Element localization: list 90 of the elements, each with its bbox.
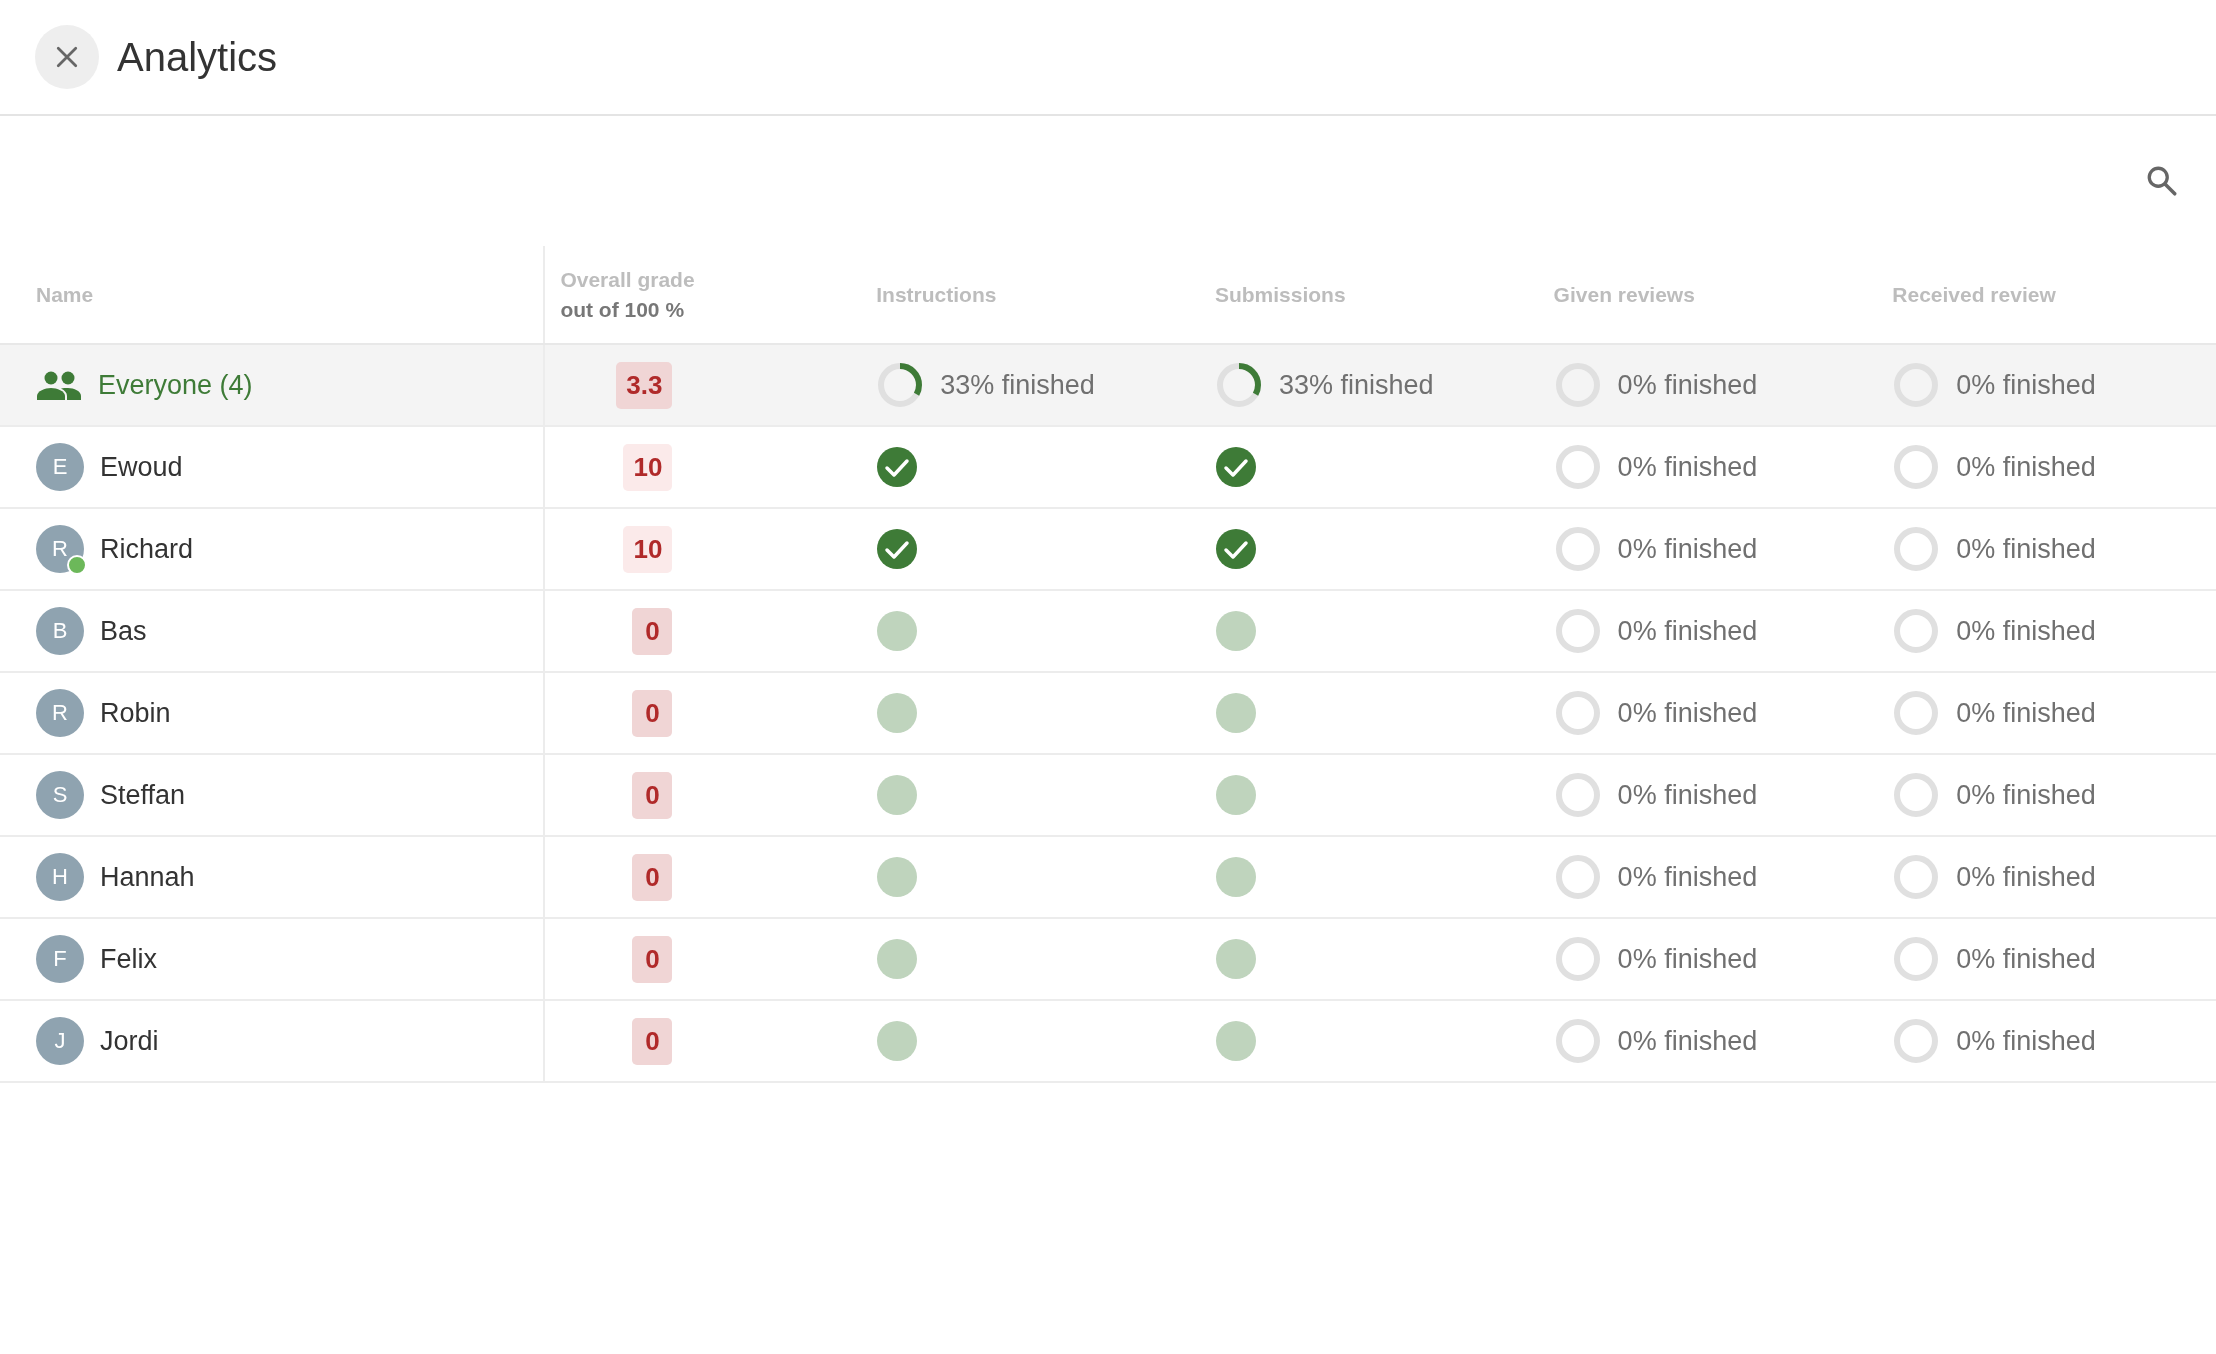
column-header: Overall grade [560, 267, 695, 292]
check-circle-icon [1214, 528, 1257, 570]
progress-ring [1892, 607, 1941, 655]
column-header: Received review [1892, 282, 2056, 307]
page-title: Analytics [117, 34, 278, 80]
progress-ring [1553, 935, 1602, 983]
progress-ring [1553, 443, 1602, 491]
group-name: Everyone (4) [98, 369, 253, 401]
progress-ring [1892, 689, 1941, 737]
pending-dot [1215, 775, 1256, 815]
pending-dot [1215, 857, 1256, 897]
pending-dot [877, 939, 918, 979]
person-name: Jordi [100, 1025, 159, 1057]
pending-dot [1215, 939, 1256, 979]
grade-badge: 0 [632, 689, 673, 737]
check-circle-icon [1214, 446, 1257, 488]
person-name: Robin [100, 697, 171, 729]
progress-ring [1553, 607, 1602, 655]
avatar: J [36, 1017, 84, 1065]
avatar: R [36, 689, 84, 737]
grade-badge: 0 [632, 935, 673, 983]
progress-text: 0% finished [1617, 451, 1758, 483]
progress-text: 0% finished [1617, 369, 1758, 401]
person-name: Hannah [100, 861, 195, 893]
grade-badge: 0 [632, 771, 673, 819]
pending-dot [877, 857, 918, 897]
progress-text: 0% finished [1956, 615, 2096, 647]
pending-dot [1215, 1021, 1256, 1061]
grade-badge: 0 [632, 1017, 673, 1065]
avatar: H [36, 853, 84, 901]
avatar: B [36, 607, 84, 655]
progress-ring [1553, 689, 1602, 737]
progress-ring [1553, 853, 1602, 901]
progress-text: 0% finished [1617, 615, 1758, 647]
progress-text: 0% finished [1956, 533, 2096, 565]
progress-text: 0% finished [1956, 451, 2096, 483]
grade-badge: 0 [632, 607, 673, 655]
pending-dot [1215, 693, 1256, 733]
person-name: Richard [100, 533, 194, 565]
pending-dot [1215, 611, 1256, 651]
grade-badge: 10 [623, 525, 673, 573]
progress-text: 0% finished [1956, 1025, 2096, 1057]
progress-text: 0% finished [1617, 697, 1758, 729]
progress-text: 0% finished [1956, 369, 2096, 401]
progress-ring [1892, 771, 1941, 819]
column-subheader: out of 100 % [560, 297, 686, 322]
avatar: R [36, 525, 84, 573]
progress-text: 0% finished [1617, 943, 1758, 975]
progress-ring [1892, 853, 1941, 901]
progress-ring [1892, 443, 1941, 491]
column-header: Name [36, 282, 94, 307]
avatar: S [36, 771, 84, 819]
progress-ring [1553, 525, 1602, 573]
online-indicator [67, 555, 87, 575]
grade-badge: 0 [632, 853, 673, 901]
progress-text: 0% finished [1617, 1025, 1758, 1057]
check-circle-icon [876, 528, 919, 570]
progress-text: 0% finished [1617, 861, 1758, 893]
pending-dot [877, 611, 918, 651]
grade-badge: 10 [623, 443, 673, 491]
progress-text: 0% finished [1956, 779, 2096, 811]
pending-dot [877, 775, 918, 815]
people-icon [36, 370, 82, 400]
pending-dot [877, 1021, 918, 1061]
progress-text: 0% finished [1956, 697, 2096, 729]
person-name: Steffan [100, 779, 186, 811]
progress-ring [1892, 525, 1941, 573]
progress-text: 33% finished [940, 369, 1095, 401]
progress-ring [1553, 771, 1602, 819]
grade-badge: 3.3 [616, 361, 673, 409]
progress-ring [1892, 935, 1941, 983]
avatar: F [36, 935, 84, 983]
progress-text: 0% finished [1956, 943, 2096, 975]
pending-dot [877, 693, 918, 733]
progress-text: 33% finished [1278, 369, 1434, 401]
progress-ring [1214, 361, 1263, 409]
person-name: Felix [100, 943, 157, 975]
progress-text: 0% finished [1617, 779, 1758, 811]
avatar: E [36, 443, 84, 491]
person-name: Bas [100, 615, 147, 647]
progress-ring [876, 361, 925, 409]
check-circle-icon [876, 446, 919, 488]
progress-ring [1553, 1017, 1602, 1065]
column-header: Given reviews [1553, 282, 1695, 307]
person-name: Ewoud [100, 451, 183, 483]
progress-text: 0% finished [1956, 861, 2096, 893]
progress-text: 0% finished [1617, 533, 1758, 565]
column-header: Submissions [1214, 282, 1346, 307]
progress-ring [1892, 1017, 1941, 1065]
column-header: Instructions [876, 282, 997, 307]
